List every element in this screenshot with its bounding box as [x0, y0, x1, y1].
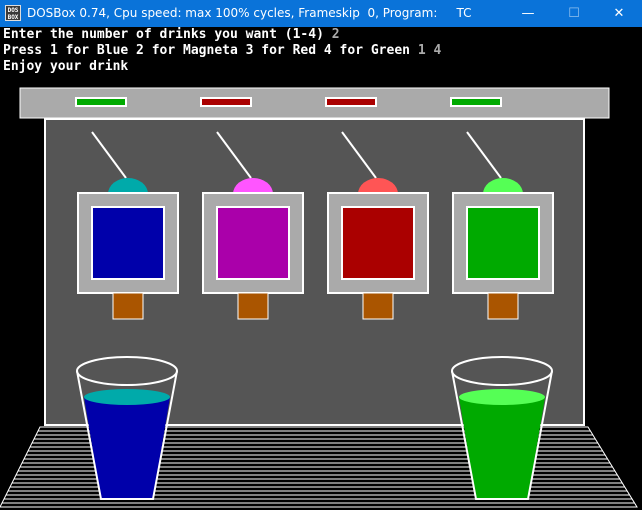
- window-title: DOSBox 0.74, Cpu speed: max 100% cycles,…: [27, 6, 472, 20]
- drink-surface: [459, 389, 545, 405]
- dispenser-color-panel: [91, 206, 165, 280]
- minimize-button[interactable]: —: [505, 0, 551, 27]
- close-button[interactable]: ✕: [596, 0, 642, 27]
- dispenser-nozzle: [487, 292, 519, 320]
- drink-machine-scene: [0, 87, 638, 508]
- indicator-light: [450, 97, 502, 107]
- dispenser-nozzle: [362, 292, 394, 320]
- dosbox-app-icon[interactable]: DOS BOX: [5, 5, 21, 21]
- dispenser-color-panel: [466, 206, 540, 280]
- maximize-button[interactable]: ☐: [551, 0, 597, 27]
- dispenser-color-panel: [341, 206, 415, 280]
- indicator-light: [200, 97, 252, 107]
- window-titlebar[interactable]: DOS BOX DOSBox 0.74, Cpu speed: max 100%…: [0, 0, 642, 27]
- indicator-light: [75, 97, 127, 107]
- dispenser-nozzle: [112, 292, 144, 320]
- dispenser-color-panel: [216, 206, 290, 280]
- dispenser-nozzle: [237, 292, 269, 320]
- indicator-light: [325, 97, 377, 107]
- drink-surface: [84, 389, 170, 405]
